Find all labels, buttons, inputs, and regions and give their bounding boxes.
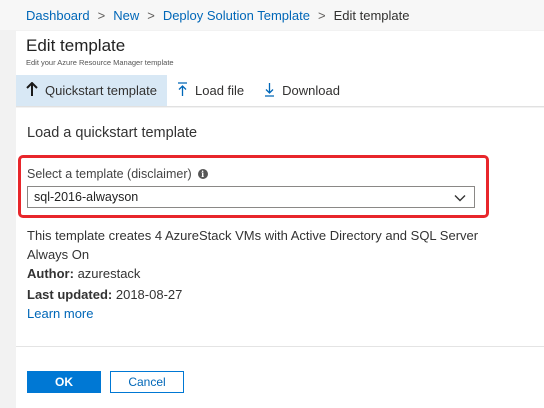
load-file-label: Load file	[195, 83, 245, 98]
quickstart-template-button[interactable]: Quickstart template	[16, 75, 167, 106]
load-file-button[interactable]: Load file	[167, 75, 254, 106]
select-template-label: Select a template (disclaimer) i	[27, 167, 208, 181]
download-icon	[264, 82, 282, 100]
arrow-up-icon	[26, 81, 45, 100]
main-content: Load a quickstart template Select a temp…	[16, 108, 544, 408]
learn-more-link[interactable]: Learn more	[27, 306, 93, 321]
chevron-down-icon	[454, 192, 466, 206]
breadcrumb-deploy-solution-template[interactable]: Deploy Solution Template	[163, 8, 310, 23]
author-value: azurestack	[77, 266, 141, 281]
template-description: This template creates 4 AzureStack VMs w…	[27, 228, 479, 262]
upload-icon	[177, 81, 195, 100]
info-icon[interactable]: i	[197, 169, 208, 179]
breadcrumb-separator: >	[97, 7, 106, 23]
last-updated-label: Last updated:	[27, 287, 113, 302]
last-updated-value: 2018-08-27	[115, 287, 183, 302]
section-title: Load a quickstart template	[27, 125, 198, 141]
breadcrumb-separator: >	[147, 7, 155, 23]
breadcrumb-current: Edit template	[333, 7, 410, 23]
quickstart-template-label: Quickstart template	[45, 83, 157, 98]
breadcrumb-new[interactable]: New	[113, 8, 139, 23]
breadcrumb: Dashboard > New > Deploy Solution Templa…	[0, 0, 544, 30]
select-template-label-text: Select a template (disclaimer)	[27, 167, 192, 181]
template-select-value: sql-2016-alwayson	[34, 190, 139, 204]
ok-button[interactable]: OK	[27, 371, 101, 393]
last-updated-row: Last updated: 2018-08-27	[27, 287, 182, 302]
author-row: Author: azurestack	[27, 266, 140, 281]
breadcrumb-separator: >	[318, 7, 326, 23]
page-subtitle: Edit your Azure Resource Manager templat…	[26, 58, 174, 67]
breadcrumb-dashboard[interactable]: Dashboard	[26, 8, 90, 23]
download-button[interactable]: Download	[254, 75, 350, 106]
command-bar: Quickstart template Load file Download	[16, 75, 544, 107]
blade-header: Edit template Edit your Azure Resource M…	[16, 31, 544, 75]
page-title: Edit template	[26, 36, 126, 55]
template-select[interactable]: sql-2016-alwayson	[27, 186, 475, 208]
footer-divider	[16, 346, 544, 347]
cancel-button[interactable]: Cancel	[110, 371, 184, 393]
author-label: Author:	[27, 266, 74, 281]
download-label: Download	[282, 83, 340, 98]
